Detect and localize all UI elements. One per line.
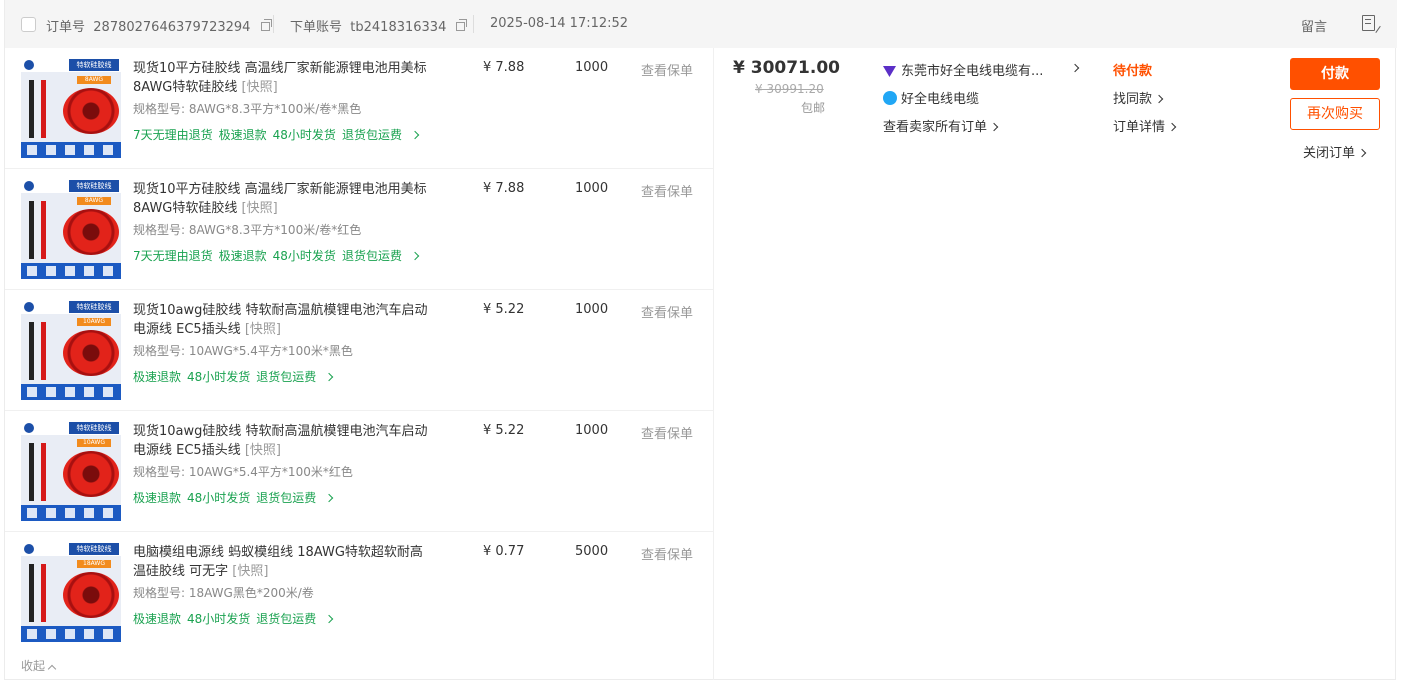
service-tags[interactable]: 7天无理由退货 极速退款 48小时发货 退货包运费 xyxy=(133,247,424,264)
shop-diamond-icon xyxy=(883,66,896,77)
wangwang-contact[interactable]: 好全电线电缆 xyxy=(883,88,979,107)
product-title[interactable]: 现货10平方硅胶线 高温线厂家新能源锂电池用美标8AWG特软硅胶线 [快照] xyxy=(133,59,433,97)
unit-price: ¥ 7.88 xyxy=(483,181,525,196)
divider xyxy=(473,15,474,33)
chevron-right-icon xyxy=(989,122,999,132)
unit-price: ¥ 5.22 xyxy=(483,302,525,317)
view-insurance-link[interactable]: 查看保单 xyxy=(641,423,693,442)
chevron-right-icon[interactable] xyxy=(1068,61,1080,76)
list-item: 特软硅胶线 8AWG 现货10平方硅胶线 高温线厂家新能源锂电池用美标8AWG特… xyxy=(5,169,713,290)
product-thumbnail[interactable]: 特软硅胶线 18AWG xyxy=(21,542,121,642)
collapse-link[interactable]: 收起 xyxy=(21,657,57,674)
unit-price: ¥ 7.88 xyxy=(483,60,525,75)
product-spec: 规格型号: 10AWG*5.4平方*100米*黑色 xyxy=(133,344,353,358)
product-spec: 规格型号: 10AWG*5.4平方*100米*红色 xyxy=(133,465,353,479)
list-item: 特软硅胶线 10AWG 现货10awg硅胶线 特软耐高温航模锂电池汽车启动电源线… xyxy=(5,290,713,411)
quantity: 1000 xyxy=(575,60,609,75)
list-item: 特软硅胶线 8AWG 现货10平方硅胶线 高温线厂家新能源锂电池用美标8AWG特… xyxy=(5,48,713,169)
chevron-up-icon xyxy=(47,664,57,674)
pay-button[interactable]: 付款 xyxy=(1290,58,1380,90)
quantity: 5000 xyxy=(575,544,609,559)
service-tags[interactable]: 极速退款 48小时发货 退货包运费 xyxy=(133,610,338,627)
quantity: 1000 xyxy=(575,302,609,317)
order-datetime: 2025-08-14 17:12:52 xyxy=(490,16,629,31)
product-title[interactable]: 现货10平方硅胶线 高温线厂家新能源锂电池用美标8AWG特软硅胶线 [快照] xyxy=(133,180,433,218)
product-spec: 规格型号: 8AWG*8.3平方*100米/卷*黑色 xyxy=(133,102,362,116)
service-tags[interactable]: 极速退款 48小时发货 退货包运费 xyxy=(133,489,338,506)
chevron-right-icon xyxy=(410,130,420,140)
edit-note-icon[interactable] xyxy=(1362,15,1375,31)
view-insurance-link[interactable]: 查看保单 xyxy=(641,60,693,79)
chevron-right-icon xyxy=(325,493,334,503)
status-badge: 待付款 xyxy=(1113,64,1153,79)
order-card: 订单号 2878027646379723294 下单账号 tb241831633… xyxy=(4,0,1397,680)
chevron-right-icon xyxy=(1167,122,1177,132)
list-item: 特软硅胶线 10AWG 现货10awg硅胶线 特软耐高温航模锂电池汽车启动电源线… xyxy=(5,411,713,532)
chat-icon xyxy=(883,91,897,105)
close-order-link[interactable]: 关闭订单 xyxy=(1303,142,1367,161)
shop-name-link[interactable]: 东莞市好全电线电缆有... xyxy=(883,60,1043,79)
rebuy-button[interactable]: 再次购买 xyxy=(1290,98,1380,130)
view-insurance-link[interactable]: 查看保单 xyxy=(641,544,693,563)
chevron-right-icon xyxy=(1154,94,1164,104)
quantity: 1000 xyxy=(575,423,609,438)
product-title[interactable]: 现货10awg硅胶线 特软耐高温航模锂电池汽车启动电源线 EC5插头线 [快照] xyxy=(133,422,433,460)
product-title[interactable]: 电脑模组电源线 蚂蚁模组线 18AWG特软超软耐高温硅胶线 可无字 [快照] xyxy=(133,543,433,581)
chevron-right-icon xyxy=(1357,148,1367,158)
chevron-right-icon xyxy=(325,372,334,382)
product-thumbnail[interactable]: 特软硅胶线 8AWG xyxy=(21,179,121,279)
divider xyxy=(273,15,274,33)
divider xyxy=(713,48,714,680)
order-detail-link[interactable]: 订单详情 xyxy=(1113,116,1177,135)
product-thumbnail[interactable]: 特软硅胶线 10AWG xyxy=(21,300,121,400)
order-number: 订单号 2878027646379723294 xyxy=(46,16,272,35)
chevron-right-icon xyxy=(410,251,420,261)
order-header: 订单号 2878027646379723294 下单账号 tb241831633… xyxy=(5,0,1397,48)
seller-orders-link[interactable]: 查看卖家所有订单 xyxy=(883,116,999,135)
original-price: ¥ 30991.20 xyxy=(755,82,824,96)
service-tags[interactable]: 7天无理由退货 极速退款 48小时发货 退货包运费 xyxy=(133,126,424,143)
copy-icon[interactable] xyxy=(456,19,468,31)
product-thumbnail[interactable]: 特软硅胶线 10AWG xyxy=(21,421,121,521)
chevron-right-icon xyxy=(325,614,334,624)
list-item: 特软硅胶线 18AWG 电脑模组电源线 蚂蚁模组线 18AWG特软超软耐高温硅胶… xyxy=(5,532,713,653)
unit-price: ¥ 0.77 xyxy=(483,544,525,559)
service-tags[interactable]: 极速退款 48小时发货 退货包运费 xyxy=(133,368,338,385)
quantity: 1000 xyxy=(575,181,609,196)
view-insurance-link[interactable]: 查看保单 xyxy=(641,302,693,321)
product-title[interactable]: 现货10awg硅胶线 特软耐高温航模锂电池汽车启动电源线 EC5插头线 [快照] xyxy=(133,301,433,339)
order-items: 特软硅胶线 8AWG 现货10平方硅胶线 高温线厂家新能源锂电池用美标8AWG特… xyxy=(5,48,713,653)
product-thumbnail[interactable]: 特软硅胶线 8AWG xyxy=(21,58,121,158)
view-insurance-link[interactable]: 查看保单 xyxy=(641,181,693,200)
order-total: ¥ 30071.00 xyxy=(733,58,841,78)
order-account: 下单账号 tb2418316334 xyxy=(290,16,468,35)
copy-icon[interactable] xyxy=(260,19,272,31)
message-link[interactable]: 留言 xyxy=(1301,16,1327,35)
product-spec: 规格型号: 8AWG*8.3平方*100米/卷*红色 xyxy=(133,223,362,237)
unit-price: ¥ 5.22 xyxy=(483,423,525,438)
product-spec: 规格型号: 18AWG黑色*200米/卷 xyxy=(133,586,314,600)
shipping-label: 包邮 xyxy=(801,101,826,115)
find-similar-link[interactable]: 找同款 xyxy=(1113,88,1164,107)
order-checkbox[interactable] xyxy=(21,17,36,32)
